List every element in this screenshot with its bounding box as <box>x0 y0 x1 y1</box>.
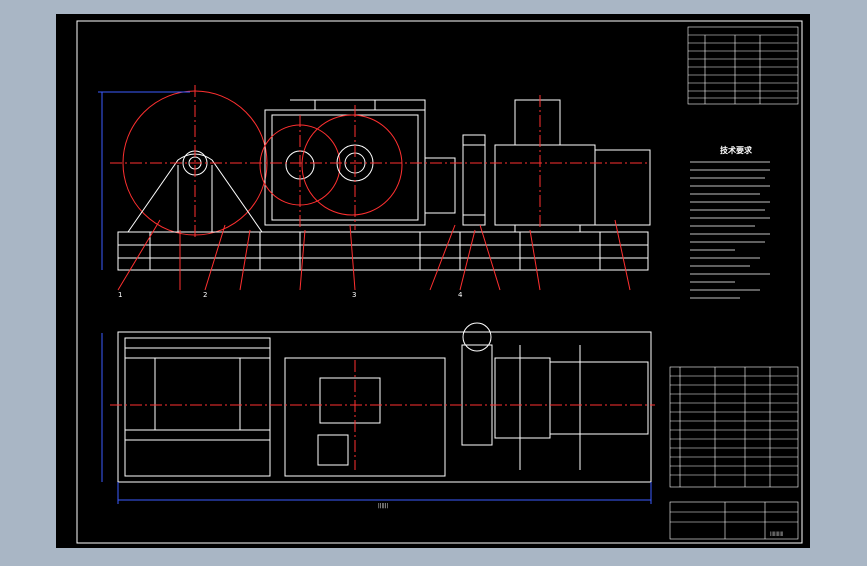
plan-overall-dimension: |||||| <box>378 503 388 509</box>
tech-requirements-title: 技术要求 <box>720 145 753 155</box>
drawing-number: |||||||||| <box>770 531 783 536</box>
cad-viewport[interactable]: 1 2 3 4 |||||| 技术要求 |||||||||| <box>0 0 867 562</box>
callout-4: 4 <box>458 291 463 299</box>
callout-3: 3 <box>352 291 356 299</box>
callout-2: 2 <box>203 291 207 299</box>
callout-1: 1 <box>118 291 122 299</box>
drawing-canvas: 1 2 3 4 |||||| 技术要求 |||||||||| <box>56 14 810 548</box>
